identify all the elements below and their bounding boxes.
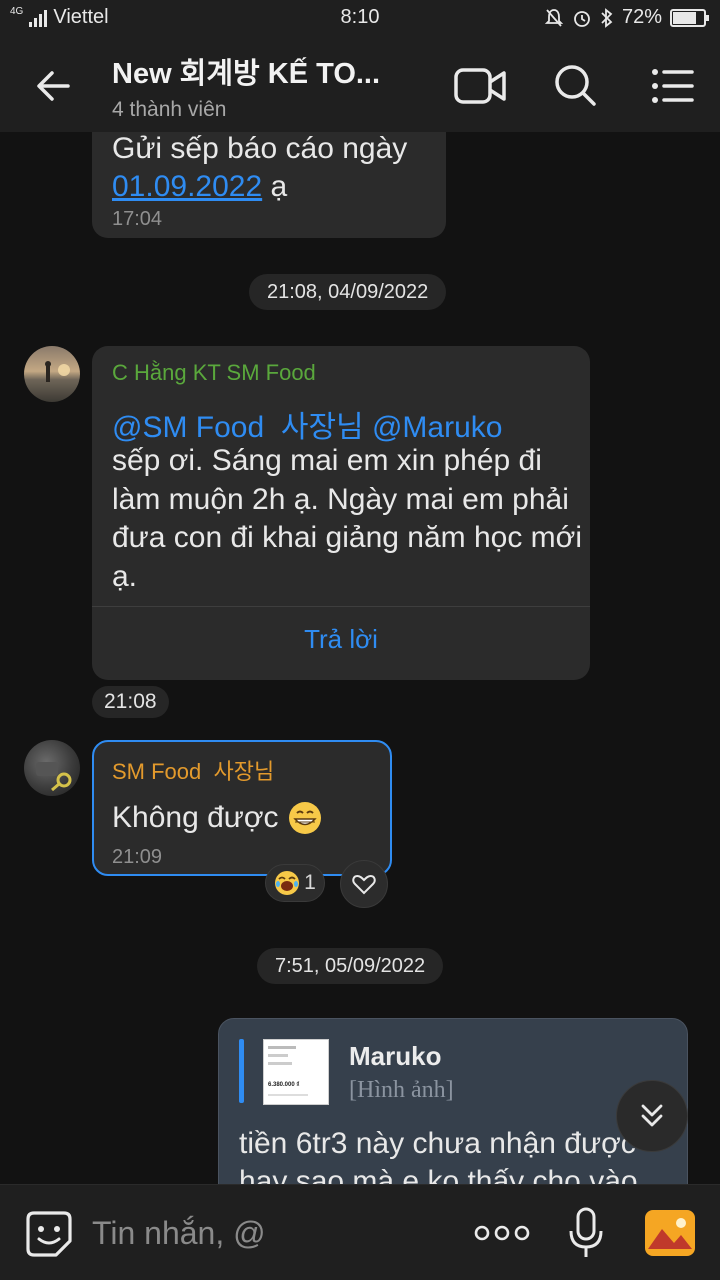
search-icon[interactable]	[548, 58, 604, 114]
mention-text[interactable]: @SM Food 사장님 @Maruko	[112, 402, 502, 446]
chat-title: New 회계방 KẾ TO...	[112, 58, 381, 90]
reaction-badge[interactable]: 1	[265, 864, 325, 902]
thumbnail-amount: 6.380.000 ₫	[268, 1082, 300, 1088]
more-options-icon[interactable]	[474, 1223, 530, 1243]
menu-icon[interactable]	[646, 58, 702, 114]
heart-reaction-button[interactable]	[340, 860, 388, 908]
date-divider: 7:51, 05/09/2022	[257, 948, 444, 984]
alarm-icon	[574, 10, 590, 27]
back-arrow-icon[interactable]	[28, 60, 80, 112]
quoted-sender: Maruko	[349, 1041, 442, 1071]
quote-bar	[239, 1039, 244, 1103]
scroll-to-bottom-button[interactable]	[616, 1080, 688, 1152]
chat-title-area[interactable]: New 회계방 KẾ TO... 4 thành viên	[112, 50, 432, 122]
bluetooth-icon	[601, 7, 613, 28]
message-text: Gửi sếp báo cáo ngày	[112, 132, 408, 165]
reply-button[interactable]: Trả lời	[92, 624, 590, 655]
date-link[interactable]: 01.09.2022	[112, 170, 262, 203]
message-bubble-own[interactable]: 6.380.000 ₫ Maruko [Hình ảnh] tiền 6tr3 …	[218, 1018, 688, 1184]
message-input[interactable]: Tin nhắn, @	[92, 1215, 266, 1252]
status-bar: 4G Viettel 8:10 72%	[0, 0, 720, 36]
message-time: 21:09	[112, 846, 163, 868]
message-list[interactable]: Gửi sếp báo cáo ngày 01.09.2022 ạ 17:04 …	[0, 132, 720, 1184]
microphone-icon[interactable]	[566, 1205, 606, 1261]
reaction-count: 1	[304, 871, 316, 894]
quoted-type: [Hình ảnh]	[349, 1077, 454, 1103]
avatar-smfood[interactable]	[24, 740, 80, 796]
grin-emoji-icon	[288, 802, 321, 834]
message-text: Không được	[112, 801, 279, 834]
message-suffix: ạ	[270, 170, 288, 203]
divider-line	[92, 606, 590, 607]
message-text: sếp ơi. Sáng mai em xin phép đi làm muộn…	[112, 444, 583, 593]
mute-bell-icon	[544, 8, 564, 27]
message-bubble-smfood[interactable]: SM Food 사장님 Không được 21:09	[92, 740, 392, 876]
chat-header: New 회계방 KẾ TO... 4 thành viên	[0, 36, 720, 132]
message-time: 17:04	[112, 208, 163, 230]
avatar-key-icon	[36, 762, 72, 792]
message-time: 21:08	[92, 686, 169, 718]
quote-thumbnail[interactable]: 6.380.000 ₫	[263, 1039, 329, 1105]
laugh-cry-emoji-icon	[275, 871, 300, 895]
sender-name: C Hằng KT SM Food	[112, 360, 316, 385]
gallery-icon[interactable]	[644, 1209, 696, 1257]
battery-percent: 72%	[621, 6, 662, 28]
member-count: 4 thành viên	[112, 98, 227, 121]
message-bubble-report[interactable]: Gửi sếp báo cáo ngày 01.09.2022 ạ 17:04	[92, 132, 446, 238]
video-call-icon[interactable]	[452, 58, 508, 114]
avatar-silhouette-icon	[45, 361, 70, 382]
clock: 8:10	[340, 6, 380, 28]
battery-icon	[670, 8, 709, 27]
avatar-hang[interactable]	[24, 346, 80, 402]
message-bubble-hang[interactable]: C Hằng KT SM Food @SM Food 사장님 @Maruko s…	[92, 346, 590, 680]
double-chevron-down-icon	[641, 1104, 663, 1127]
message-text: tiền 6tr3 này chưa nhận được hay sao mà …	[239, 1127, 638, 1184]
input-bar: Tin nhắn, @	[0, 1184, 720, 1280]
sticker-icon[interactable]	[24, 1209, 74, 1259]
date-divider: 21:08, 04/09/2022	[249, 274, 447, 310]
sender-name: SM Food 사장님	[112, 759, 275, 784]
heart-icon	[352, 874, 376, 895]
